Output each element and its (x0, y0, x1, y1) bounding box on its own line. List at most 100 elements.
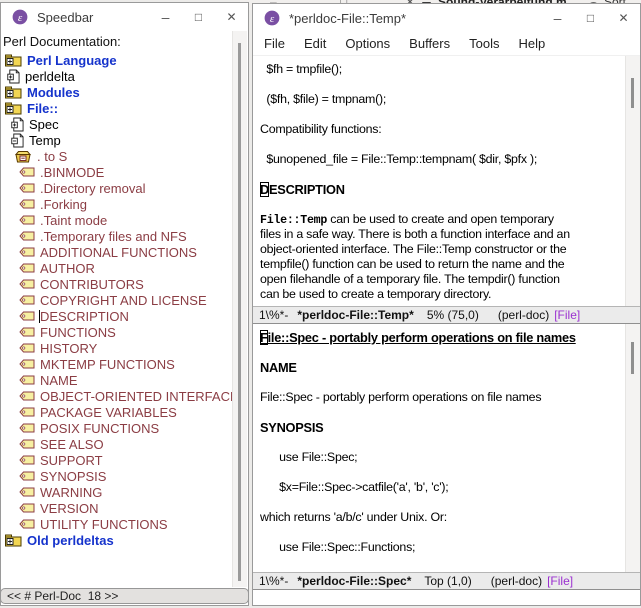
main-titlebar[interactable]: *perldoc-File::Temp* – □ ✕ (253, 4, 640, 32)
speedbar-item-author[interactable]: AUTHOR (1, 260, 248, 276)
speedbar-item-old-perldeltas[interactable]: Old perldeltas (1, 532, 248, 548)
speedbar-item-support[interactable]: SUPPORT (1, 452, 248, 468)
tag-icon (19, 231, 35, 241)
speedbar-item-functions[interactable]: FUNCTIONS (1, 324, 248, 340)
folder-plus-icon (4, 534, 22, 547)
menu-help[interactable]: Help (518, 36, 545, 51)
speedbar-item-directory-removal[interactable]: .Directory removal (1, 180, 248, 196)
buffer-window-file-spec[interactable]: File::Spec - portably perform operations… (253, 324, 640, 572)
tag-icon (19, 375, 35, 385)
window-controls: – □ ✕ (541, 4, 640, 32)
scrollbar-thumb[interactable] (631, 342, 634, 374)
close-button[interactable]: ✕ (607, 4, 640, 32)
menu-options[interactable]: Options (345, 36, 390, 51)
section-heading-description: DESCRIPTION (260, 182, 638, 197)
tag-icon (19, 167, 35, 177)
item-label: HISTORY (40, 340, 98, 356)
maximize-button[interactable]: □ (574, 4, 607, 32)
item-label: .Temporary files and NFS (40, 228, 187, 244)
speedbar-item-synopsis[interactable]: SYNOPSIS (1, 468, 248, 484)
speedbar-item-taint-mode[interactable]: .Taint mode (1, 212, 248, 228)
tag-icon (19, 439, 35, 449)
speedbar-item-perldelta[interactable]: perldelta (1, 68, 248, 84)
text-line: which returns 'a/b/c' under Unix. Or: (260, 510, 447, 524)
speedbar-tree: Perl Documentation: Perl Language perlde… (1, 31, 248, 587)
speedbar-item-object-oriented-interface[interactable]: OBJECT-ORIENTED INTERFACE (1, 388, 248, 404)
tag-icon (19, 327, 35, 337)
item-label: NAME (40, 372, 78, 388)
tag-icon (19, 343, 35, 353)
speedbar-item-temp[interactable]: Temp (1, 132, 248, 148)
minimize-button[interactable]: – (149, 3, 182, 31)
mode-line-file-temp[interactable]: 1\%*- *perldoc-File::Temp* 5% (75,0) (pe… (253, 306, 640, 324)
modeline-which-file[interactable]: [File] (554, 308, 580, 322)
echo-area[interactable] (253, 590, 640, 605)
speedbar-item-perl-language[interactable]: Perl Language (1, 52, 248, 68)
speedbar-item-mktemp-functions[interactable]: MKTEMP FUNCTIONS (1, 356, 248, 372)
code-line: $unopened_file = File::Temp::tempnam( $d… (260, 152, 538, 166)
speedbar-titlebar[interactable]: Speedbar – □ ✕ (1, 3, 248, 31)
item-label: Perl Language (27, 52, 117, 68)
modeline-which-file[interactable]: [File] (547, 574, 573, 588)
menu-buffers[interactable]: Buffers (409, 36, 450, 51)
scrollbar-thumb[interactable] (238, 43, 241, 581)
scrollbar[interactable] (625, 56, 640, 306)
code-line: use File::Spec; (260, 450, 358, 464)
menu-tools[interactable]: Tools (469, 36, 499, 51)
speedbar-item-spec[interactable]: Spec (1, 116, 248, 132)
speedbar-item-description[interactable]: DESCRIPTION (1, 308, 248, 324)
open-group-icon (14, 150, 32, 163)
buffer-window-file-temp[interactable]: $fh = tmpfile(); ($fh, $file) = tmpnam()… (253, 56, 640, 306)
modeline-major-mode[interactable]: (perl-doc) (491, 574, 542, 588)
modeline-buffer-name[interactable]: *perldoc-File::Temp* (297, 308, 413, 322)
speedbar-item-file[interactable]: File:: (1, 100, 248, 116)
menu-edit[interactable]: Edit (304, 36, 326, 51)
speedbar-header: Perl Documentation: (3, 34, 121, 49)
speedbar-item-history[interactable]: HISTORY (1, 340, 248, 356)
speedbar-item-copyright-license[interactable]: COPYRIGHT AND LICENSE (1, 292, 248, 308)
speedbar-item-forking[interactable]: .Forking (1, 196, 248, 212)
text-line: open filehandle of a temporary file. The… (260, 272, 560, 286)
speedbar-scrollbar[interactable] (232, 31, 247, 587)
doc-plus-icon (7, 69, 20, 84)
item-label: PACKAGE VARIABLES (40, 404, 177, 420)
section-heading-synopsis: SYNOPSIS (260, 420, 324, 435)
minimize-button[interactable]: – (541, 4, 574, 32)
speedbar-status-bar: << # Perl-Doc 18 >> (0, 588, 249, 604)
speedbar-item-temporary-files-nfs[interactable]: .Temporary files and NFS (1, 228, 248, 244)
modeline-major-mode[interactable]: (perl-doc) (498, 308, 549, 322)
emacs-app-icon (12, 9, 28, 25)
maximize-button[interactable]: □ (182, 3, 215, 31)
tag-icon (19, 407, 35, 417)
speedbar-item-utility-functions[interactable]: UTILITY FUNCTIONS (1, 516, 248, 532)
item-label: MKTEMP FUNCTIONS (40, 356, 175, 372)
modeline-buffer-name[interactable]: *perldoc-File::Spec* (297, 574, 411, 588)
speedbar-item-package-variables[interactable]: PACKAGE VARIABLES (1, 404, 248, 420)
tag-icon (19, 247, 35, 257)
speedbar-item-modules[interactable]: Modules (1, 84, 248, 100)
speedbar-item-posix-functions[interactable]: POSIX FUNCTIONS (1, 420, 248, 436)
speedbar-item-binmode[interactable]: .BINMODE (1, 164, 248, 180)
speedbar-item-tag-group[interactable]: . to S (1, 148, 248, 164)
speedbar-item-warning[interactable]: WARNING (1, 484, 248, 500)
speedbar-item-version[interactable]: VERSION (1, 500, 248, 516)
item-label: WARNING (40, 484, 103, 500)
speedbar-item-additional-functions[interactable]: ADDITIONAL FUNCTIONS (1, 244, 248, 260)
menu-file[interactable]: File (264, 36, 285, 51)
mode-line-file-spec[interactable]: 1\%*- *perldoc-File::Spec* Top (1,0) (pe… (253, 572, 640, 590)
close-button[interactable]: ✕ (215, 3, 248, 31)
speedbar-item-contributors[interactable]: CONTRIBUTORS (1, 276, 248, 292)
scrollbar[interactable] (625, 324, 640, 572)
scrollbar-thumb[interactable] (631, 78, 634, 108)
speedbar-item-see-also[interactable]: SEE ALSO (1, 436, 248, 452)
tag-icon (19, 519, 35, 529)
speedbar-item-name[interactable]: NAME (1, 372, 248, 388)
text-line: object-oriented interface. The File::Tem… (260, 242, 567, 256)
